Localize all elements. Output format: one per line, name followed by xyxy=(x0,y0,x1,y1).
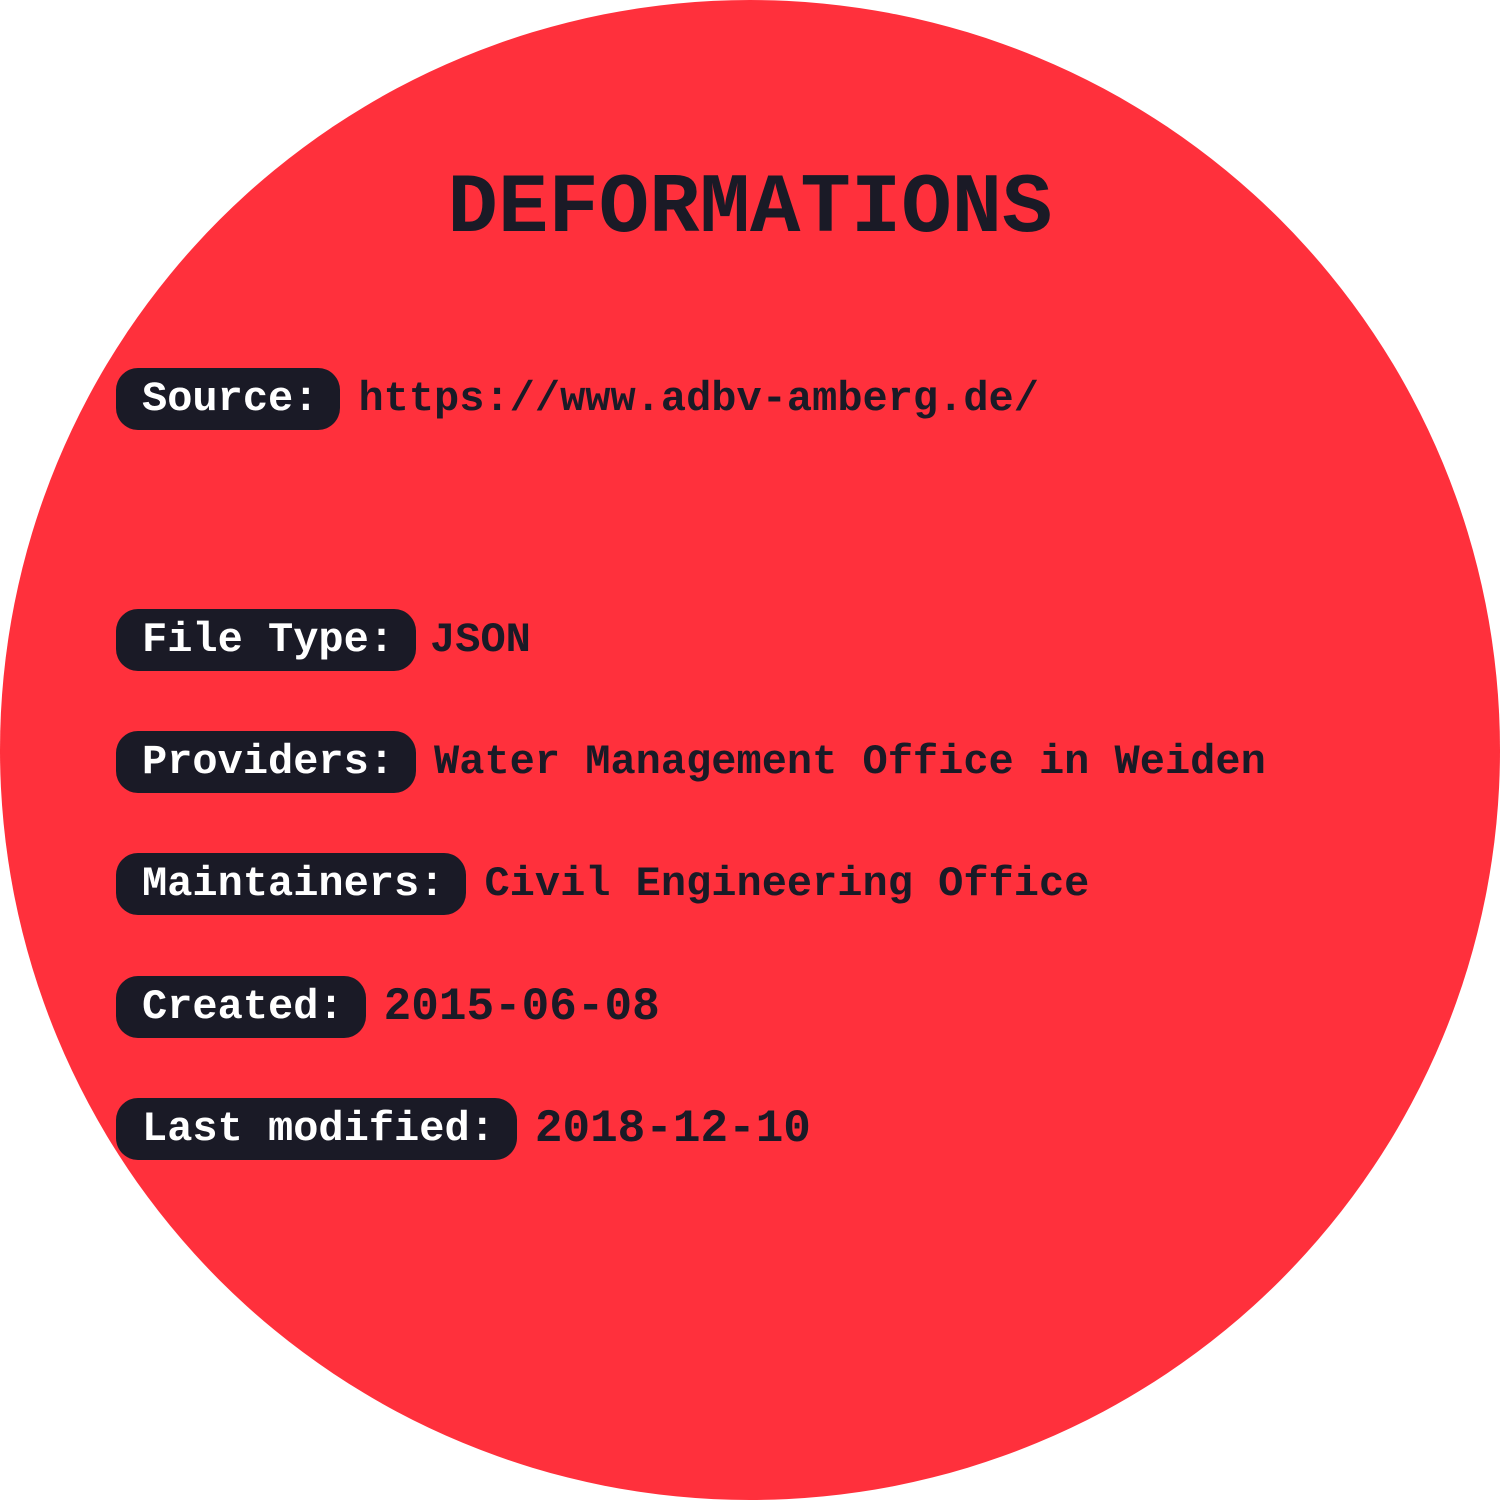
last-modified-row: Last modified: 2018-12-10 xyxy=(116,1098,811,1160)
providers-label: Providers: xyxy=(116,731,417,793)
source-label: Source: xyxy=(116,368,341,430)
file-type-label: File Type: xyxy=(116,609,417,671)
providers-value: Water Management Office in Weiden xyxy=(434,738,1266,786)
created-label: Created: xyxy=(116,976,366,1038)
maintainers-value: Civil Engineering Office xyxy=(484,860,1090,908)
last-modified-date: 2018-12-10 xyxy=(534,1103,811,1155)
maintainers-row: Maintainers: Civil Engineering Office xyxy=(116,853,1089,915)
page: DEFORMATIONS Source: https://www.adbv-am… xyxy=(0,0,1500,1500)
last-modified-label: Last modified: xyxy=(116,1098,517,1160)
page-title: DEFORMATIONS xyxy=(447,162,1053,257)
file-type-row: File Type: JSON xyxy=(116,609,531,671)
created-row: Created: 2015-06-08 xyxy=(116,976,660,1038)
source-row: Source: https://www.adbv-amberg.de/ xyxy=(116,368,1039,430)
source-link[interactable]: https://www.adbv-amberg.de/ xyxy=(358,368,1039,430)
file-type-value: JSON xyxy=(430,616,531,664)
providers-row: Providers: Water Management Office in We… xyxy=(116,731,1266,793)
created-date: 2015-06-08 xyxy=(383,981,660,1033)
maintainers-label: Maintainers: xyxy=(116,853,467,915)
